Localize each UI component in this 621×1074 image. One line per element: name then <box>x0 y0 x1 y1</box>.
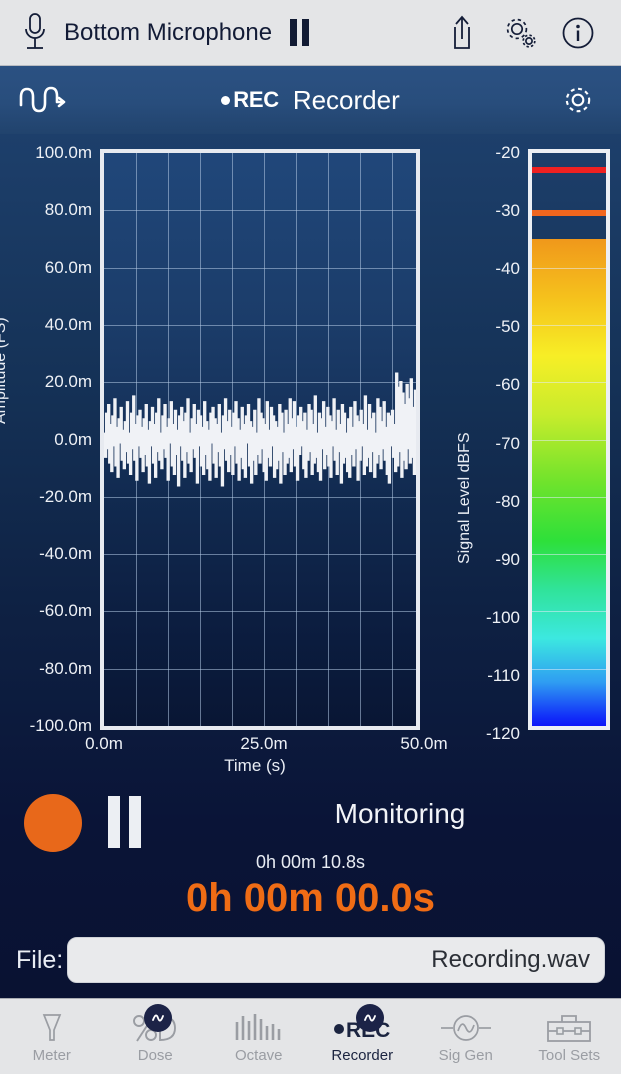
device-name-label: Bottom Microphone <box>64 18 273 46</box>
secondary-level-marker <box>532 210 606 217</box>
y-tick-label: 0.0m <box>54 429 92 449</box>
y-tick-label: 60.0m <box>44 257 92 277</box>
y-tick-label: -40.0m <box>39 544 92 564</box>
pause-button[interactable] <box>108 796 141 848</box>
meter-tick-label: -110 <box>487 665 520 685</box>
y-tick-label: -100.0m <box>29 716 92 735</box>
top-bar: Bottom Microphone <box>0 0 621 66</box>
status-label: Monitoring <box>334 798 466 829</box>
meter-tick-label: -30 <box>495 201 520 221</box>
tab-meter[interactable]: Meter <box>0 999 104 1074</box>
x-tick-label: 25.0m <box>240 734 288 753</box>
microphone-icon[interactable] <box>16 10 54 56</box>
sine-icon <box>437 1010 495 1044</box>
tab-octave[interactable]: Octave <box>207 999 311 1074</box>
tab-dose[interactable]: Dose <box>104 999 208 1074</box>
rec-dot-icon <box>221 95 231 105</box>
y-tick-label: 80.0m <box>44 200 92 220</box>
meter-tick-label: -60 <box>495 375 520 395</box>
x-axis-label: Time (s) <box>224 756 286 775</box>
meter-tick-label: -120 <box>485 724 520 743</box>
y-tick-label: -20.0m <box>39 486 92 506</box>
plot-area[interactable] <box>100 149 420 730</box>
y-axis-ticks: 100.0m 80.0m 60.0m 40.0m 20.0m 0.0m -20.0m -40.… <box>0 134 92 735</box>
tab-bar: Meter Dose Octave REC Recorder Sig Gen Tool S… <box>0 998 621 1074</box>
file-label: File: <box>16 945 64 974</box>
record-button[interactable] <box>24 794 82 852</box>
meter-fill <box>532 238 606 726</box>
header-center: REC Recorder <box>86 85 535 116</box>
meter-grid-line <box>532 496 606 498</box>
meter-grid-line <box>532 382 606 384</box>
y-tick-label: 100.0m <box>35 143 92 162</box>
elapsed-time-label: 0h 00m 10.8s <box>255 852 366 872</box>
recorder-screen: Bottom Microphone REC Recorder Amplitude… <box>0 0 621 1074</box>
tab-tool-sets[interactable]: Tool Sets <box>518 999 621 1074</box>
x-tick-label: 0.0m <box>85 734 123 753</box>
meter-bar <box>528 149 610 730</box>
tab-label: Recorder <box>331 1046 394 1064</box>
pause-icon[interactable] <box>290 19 310 46</box>
rec-icon: REC <box>332 1003 392 1044</box>
share-icon[interactable] <box>433 8 491 58</box>
rec-indicator: REC <box>221 87 279 113</box>
waveform-arrow-icon[interactable] <box>0 83 86 117</box>
meter-tick-label: -20 <box>495 143 520 162</box>
tab-label: Sig Gen <box>438 1046 493 1064</box>
toolbox-icon <box>544 1010 594 1044</box>
x-tick-label: 50.0m <box>400 734 448 753</box>
peak-hold-marker <box>532 167 606 174</box>
gear-icon[interactable] <box>535 83 621 117</box>
tab-label: Octave <box>234 1046 283 1064</box>
meter-tick-label: -80 <box>495 491 520 511</box>
y-tick-label: 20.0m <box>44 372 92 392</box>
funnel-icon <box>35 1010 69 1044</box>
bars-icon <box>233 1010 285 1044</box>
y-tick-label: -60.0m <box>39 601 92 621</box>
tab-label: Meter <box>32 1046 71 1064</box>
y-tick-label: -80.0m <box>39 658 92 678</box>
tab-badge-icon <box>144 1003 173 1032</box>
section-header: REC Recorder <box>0 66 621 134</box>
signal-level-meter[interactable]: Signal Level dBFS -20 -30 -40 -50 -60 -70 -80-… <box>450 134 621 784</box>
info-icon[interactable] <box>549 8 607 58</box>
waveform-chart[interactable]: Amplitude (FS) 100.0m 80.0m 60.0m 40.0m 20.0… <box>0 134 450 784</box>
waveform-trace <box>104 153 416 726</box>
meter-grid-line <box>532 611 606 613</box>
tab-label: Tool Sets <box>538 1046 601 1064</box>
main-content: Amplitude (FS) 100.0m 80.0m 60.0m 40.0m 20.0… <box>0 134 621 998</box>
tab-badge-icon <box>356 1003 385 1032</box>
meter-grid-line <box>532 554 606 556</box>
y-tick-label: 40.0m <box>44 314 92 334</box>
file-row: File: Recording.wav <box>0 932 621 988</box>
tab-recorder[interactable]: REC Recorder <box>311 999 415 1074</box>
meter-tick-label: -90 <box>495 549 520 569</box>
meter-tick-label: -100 <box>485 607 520 627</box>
meter-grid-line <box>532 668 606 670</box>
meter-grid-line <box>532 324 606 326</box>
meter-tick-label: -70 <box>495 433 520 453</box>
tab-label: Dose <box>137 1046 173 1064</box>
percent-d-icon <box>130 1003 180 1044</box>
gears-icon[interactable] <box>491 8 549 58</box>
tab-sig-gen[interactable]: Sig Gen <box>414 999 518 1074</box>
meter-grid-line <box>532 439 606 441</box>
page-title: Recorder <box>292 84 400 115</box>
meter-tick-label: -40 <box>495 259 520 279</box>
file-name-input[interactable]: Recording.wav <box>67 937 605 983</box>
meter-tick-label: -50 <box>495 317 520 337</box>
meter-grid-line <box>532 267 606 269</box>
recording-timer: 0h 00m 00.0s <box>185 876 436 920</box>
rec-label: REC <box>233 87 279 112</box>
